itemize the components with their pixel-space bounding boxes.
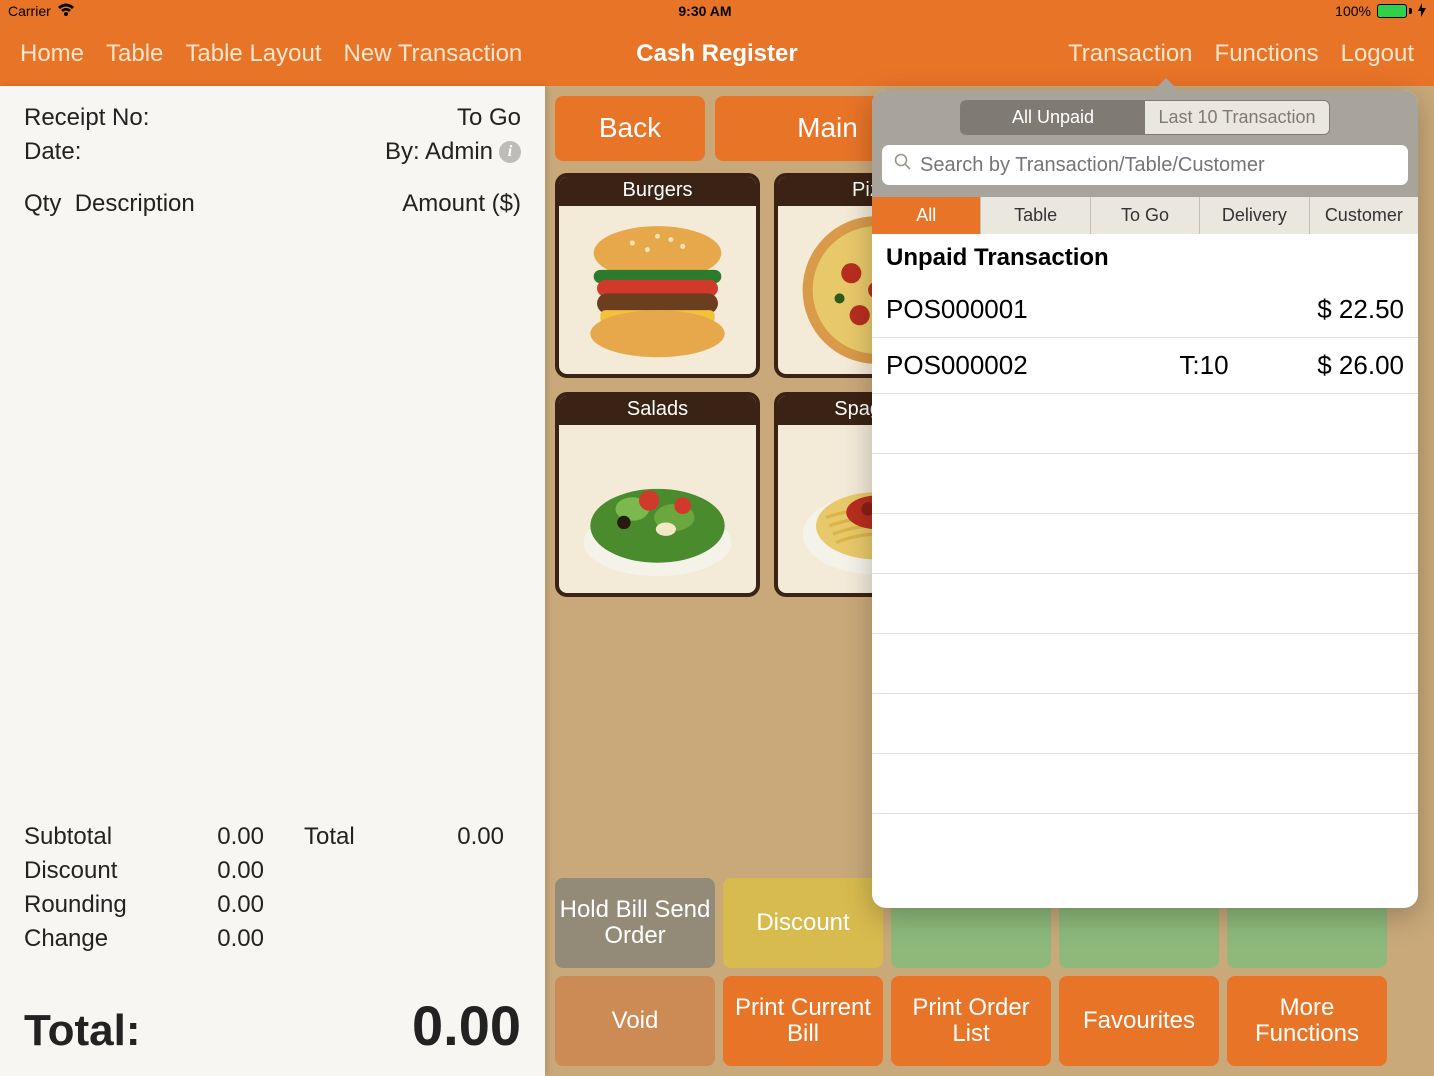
filter-table[interactable]: Table [981, 197, 1090, 234]
salad-image [559, 425, 756, 593]
filter-tabs: All Table To Go Delivery Customer [872, 197, 1418, 234]
col-amount: Amount ($) [402, 190, 521, 218]
empty-row [872, 634, 1418, 694]
page-title: Cash Register [636, 40, 797, 68]
nav-bar: Home Table Table Layout New Transaction … [0, 22, 1434, 86]
grand-total-value: 0.00 [412, 993, 521, 1058]
popover-arrow [1152, 78, 1180, 92]
empty-row [872, 454, 1418, 514]
burger-image [559, 206, 756, 374]
rounding-label: Rounding [24, 891, 184, 919]
change-value: 0.00 [184, 925, 264, 953]
discount-label: Discount [24, 857, 184, 885]
transaction-id: POS000001 [886, 294, 1144, 325]
status-bar: Carrier 9:30 AM 100% [0, 0, 1434, 22]
charging-icon [1418, 3, 1426, 20]
transaction-table: T:10 [1144, 350, 1264, 381]
category-title: Salads [559, 396, 756, 425]
battery-label: 100% [1335, 3, 1371, 19]
col-qty: Qty [24, 190, 61, 217]
receipt-by-label: By: Admin [385, 138, 493, 166]
void-button[interactable]: Void [555, 976, 715, 1066]
nav-new-transaction[interactable]: New Transaction [344, 40, 523, 68]
nav-table[interactable]: Table [106, 40, 163, 68]
receipt-line-items [24, 218, 521, 811]
filter-all[interactable]: All [872, 197, 981, 234]
nav-transaction[interactable]: Transaction [1068, 40, 1193, 68]
rounding-value: 0.00 [184, 891, 264, 919]
change-label: Change [24, 925, 184, 953]
segmented-control: All Unpaid Last 10 Transaction [960, 100, 1330, 135]
print-order-list-button[interactable]: Print Order List [891, 976, 1051, 1066]
nav-table-layout[interactable]: Table Layout [185, 40, 321, 68]
col-desc: Description [75, 190, 195, 217]
category-card-salads[interactable]: Salads [555, 392, 760, 597]
subtotal-label: Subtotal [24, 823, 184, 851]
grand-total-label: Total: [24, 1006, 141, 1056]
transaction-popover: All Unpaid Last 10 Transaction All Table… [872, 90, 1418, 908]
status-time: 9:30 AM [678, 3, 731, 19]
empty-row [872, 394, 1418, 454]
back-button[interactable]: Back [555, 96, 705, 161]
nav-home[interactable]: Home [20, 40, 84, 68]
favourites-button[interactable]: Favourites [1059, 976, 1219, 1066]
receipt-panel: Receipt No: To Go Date: By: Admin i Qty … [0, 86, 545, 1076]
hold-bill-button[interactable]: Hold Bill Send Order [555, 878, 715, 968]
popover-section-title: Unpaid Transaction [872, 234, 1418, 282]
seg-last-10[interactable]: Last 10 Transaction [1145, 101, 1329, 134]
category-card-burgers[interactable]: Burgers [555, 173, 760, 378]
print-current-bill-button[interactable]: Print Current Bill [723, 976, 883, 1066]
info-icon[interactable]: i [499, 141, 521, 163]
empty-row [872, 514, 1418, 574]
search-field-wrapper [882, 145, 1408, 185]
search-icon [894, 153, 912, 177]
subtotal-value: 0.00 [184, 823, 264, 851]
more-functions-button[interactable]: More Functions [1227, 976, 1387, 1066]
transaction-amount: $ 26.00 [1264, 350, 1404, 381]
seg-all-unpaid[interactable]: All Unpaid [961, 101, 1145, 134]
carrier-label: Carrier [8, 3, 51, 19]
nav-functions[interactable]: Functions [1215, 40, 1319, 68]
transaction-row[interactable]: POS000002 T:10 $ 26.00 [872, 338, 1418, 394]
battery-icon [1377, 4, 1412, 18]
filter-togo[interactable]: To Go [1091, 197, 1200, 234]
transaction-row[interactable]: POS000001 $ 22.50 [872, 282, 1418, 338]
transaction-id: POS000002 [886, 350, 1144, 381]
receipt-date-label: Date: [24, 138, 81, 166]
nav-logout[interactable]: Logout [1341, 40, 1414, 68]
search-input[interactable] [920, 154, 1396, 177]
total-label: Total [304, 823, 424, 851]
category-title: Burgers [559, 177, 756, 206]
filter-delivery[interactable]: Delivery [1200, 197, 1309, 234]
discount-button[interactable]: Discount [723, 878, 883, 968]
receipt-togo-label: To Go [457, 104, 521, 132]
empty-row [872, 754, 1418, 814]
wifi-icon [57, 3, 75, 20]
discount-value: 0.00 [184, 857, 264, 885]
transaction-amount: $ 22.50 [1264, 294, 1404, 325]
empty-row [872, 574, 1418, 634]
empty-row [872, 694, 1418, 754]
total-value: 0.00 [424, 823, 504, 851]
receipt-no-label: Receipt No: [24, 104, 149, 132]
filter-customer[interactable]: Customer [1310, 197, 1418, 234]
